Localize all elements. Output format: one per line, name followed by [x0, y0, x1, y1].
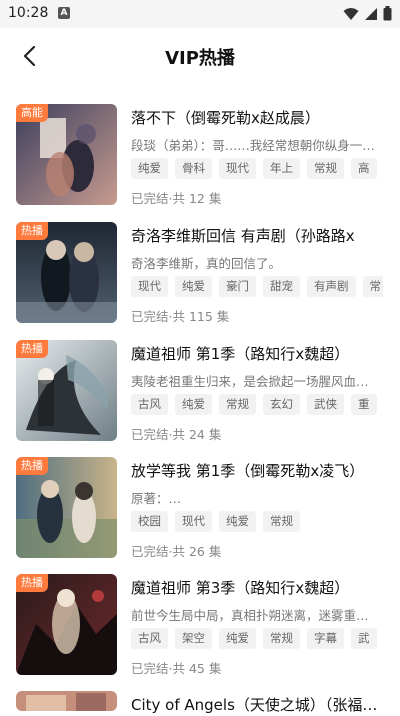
tag-row: 纯爱 骨科 现代 年上 常规高 [131, 157, 383, 179]
tag[interactable]: 常 [362, 276, 383, 297]
tag[interactable]: 古风 [131, 628, 168, 649]
item-title: 魔道祖师 第3季（路知行x魏超） [131, 579, 350, 597]
cover-image: 高能 [16, 104, 117, 205]
item-status: 已完结·共 26 集 [131, 544, 222, 559]
tag[interactable]: 武 [351, 628, 377, 649]
tag[interactable]: 现代 [175, 511, 212, 532]
item-status: 已完结·共 12 集 [131, 191, 222, 206]
tag[interactable]: 常规 [263, 628, 300, 649]
tag[interactable]: 架空 [175, 628, 212, 649]
badge: 热播 [16, 457, 48, 475]
tag[interactable]: 高 [351, 158, 377, 179]
tag-row: 古风 架空 纯爱 常规 字幕武 [131, 627, 383, 649]
cover-image: 热播 [16, 222, 117, 323]
item-desc: 奇洛李维斯，真的回信了。 [131, 256, 282, 271]
status-icons [343, 6, 392, 21]
tag[interactable]: 纯爱 [219, 628, 256, 649]
item-title: 落不下（倒霉死勒x赵成晨） [131, 109, 320, 127]
list-item[interactable]: 热播 魔道祖师 第3季（路知行x魏超） 前世今生局中局，真相扑朔迷离，迷雾重… … [0, 574, 400, 678]
tag[interactable]: 校园 [131, 511, 168, 532]
item-title: 放学等我 第1季（倒霉死勒x凌飞） [131, 462, 365, 480]
item-status: 已完结·共 45 集 [131, 661, 222, 676]
tag[interactable]: 现代 [219, 158, 256, 179]
tag[interactable]: 常规 [307, 158, 344, 179]
cover-image: 热播 [16, 574, 117, 675]
tag[interactable]: 骨科 [175, 158, 212, 179]
tag[interactable]: 古风 [131, 394, 168, 415]
tag[interactable]: 纯爱 [175, 394, 212, 415]
cover-image: 热播 [16, 457, 117, 558]
item-desc: 夷陵老祖重生归来，是会掀起一场腥风血… [131, 374, 369, 389]
item-status: 已完结·共 115 集 [131, 309, 230, 324]
notification-a-icon: A [58, 7, 70, 19]
status-bar: 10:28 A [0, 0, 400, 28]
list-item[interactable]: 热播 魔道祖师 第1季（路知行x魏超） 夷陵老祖重生归来，是会掀起一场腥风血… … [0, 340, 400, 444]
tag[interactable]: 纯爱 [175, 276, 212, 297]
header: VIP热播 [0, 28, 400, 84]
tag[interactable]: 甜宠 [263, 276, 300, 297]
tag-row: 校园 现代 纯爱 常规 [131, 510, 383, 532]
tag[interactable]: 纯爱 [131, 158, 168, 179]
status-time: 10:28 [8, 5, 49, 21]
tag[interactable]: 有声剧 [307, 276, 356, 297]
badge: 热播 [16, 574, 48, 592]
tag[interactable]: 年上 [263, 158, 300, 179]
badge: 热播 [16, 340, 48, 358]
list-item[interactable]: 高能 落不下（倒霉死勒x赵成晨） 段琰（弟弟）：哥……我经常想朝你纵身一… 纯爱… [0, 104, 400, 208]
battery-icon [383, 6, 392, 21]
item-title: City of Angels（天使之城）（张福… [131, 696, 378, 714]
tag[interactable]: 豪门 [219, 276, 256, 297]
tag[interactable]: 常规 [219, 394, 256, 415]
wifi-icon [343, 7, 359, 20]
item-desc: 前世今生局中局，真相扑朔迷离，迷雾重… [131, 608, 369, 623]
page-title: VIP热播 [165, 48, 235, 69]
cover-image [16, 691, 117, 711]
list-item[interactable]: City of Angels（天使之城）（张福… [0, 691, 400, 714]
item-desc: 段琰（弟弟）：哥……我经常想朝你纵身一… [131, 138, 375, 153]
tag[interactable]: 字幕 [307, 628, 344, 649]
cover-image: 热播 [16, 340, 117, 441]
tag[interactable]: 重 [351, 394, 377, 415]
tag-row: 古风 纯爱 常规 玄幻 武侠重 [131, 393, 383, 415]
list-item[interactable]: 热播 放学等我 第1季（倒霉死勒x凌飞） 原著：… 校园 现代 纯爱 常规 已完结·共… [0, 457, 400, 561]
item-title: 奇洛李维斯回信 有声剧（孙路路x [131, 227, 355, 245]
item-title: 魔道祖师 第1季（路知行x魏超） [131, 345, 350, 363]
tag[interactable]: 武侠 [307, 394, 344, 415]
list-item[interactable]: 热播 奇洛李维斯回信 有声剧（孙路路x 奇洛李维斯，真的回信了。 现代 纯爱 豪门甜… [0, 222, 400, 326]
tag-row: 现代 纯爱 豪门 甜宠 有声剧常 [131, 275, 383, 297]
item-desc: 原著：… [131, 491, 182, 506]
tag[interactable]: 现代 [131, 276, 168, 297]
tag[interactable]: 常规 [263, 511, 300, 532]
item-status: 已完结·共 24 集 [131, 427, 222, 442]
signal-icon [365, 7, 377, 20]
badge: 高能 [16, 104, 48, 122]
badge: 热播 [16, 222, 48, 240]
tag[interactable]: 纯爱 [219, 511, 256, 532]
tag[interactable]: 玄幻 [263, 394, 300, 415]
